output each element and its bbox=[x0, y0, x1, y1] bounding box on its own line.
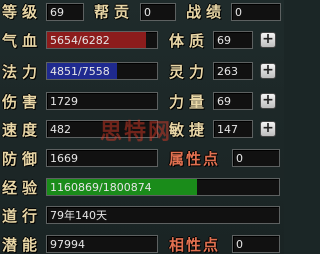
strength-label: 力量 bbox=[169, 93, 210, 111]
hp-bar: 5654/6282 bbox=[46, 31, 158, 49]
strength-value: 69 bbox=[213, 92, 253, 110]
affinity-points-value: 0 bbox=[232, 235, 280, 253]
potential-value: 97994 bbox=[46, 235, 158, 253]
damage-value: 1729 bbox=[46, 92, 158, 110]
hp-label: 气血 bbox=[2, 32, 43, 50]
level-label: 等级 bbox=[2, 3, 43, 21]
battle-merit-label: 战绩 bbox=[186, 3, 227, 21]
contribution-value: 0 bbox=[140, 3, 176, 21]
attr-points-label: 属性点 bbox=[169, 150, 221, 168]
speed-value: 482 bbox=[46, 120, 158, 138]
battle-merit-value: 0 bbox=[231, 3, 281, 21]
spirit-value: 263 bbox=[213, 62, 253, 80]
exp-value: 1160869/1800874 bbox=[50, 181, 152, 194]
character-stats-panel: 等级 69 帮贡 0 战绩 0 气血 5654/6282 体质 69 + 法力 … bbox=[0, 0, 284, 254]
exp-bar: 1160869/1800874 bbox=[46, 178, 280, 196]
damage-label: 伤害 bbox=[2, 93, 43, 111]
strength-plus-button[interactable]: + bbox=[260, 93, 276, 109]
speed-label: 速度 bbox=[2, 121, 43, 139]
constitution-value: 69 bbox=[213, 31, 253, 49]
mp-label: 法力 bbox=[2, 63, 43, 81]
affinity-points-label: 相性点 bbox=[169, 236, 221, 254]
attr-points-value: 0 bbox=[232, 149, 280, 167]
level-value: 69 bbox=[46, 3, 84, 21]
constitution-plus-button[interactable]: + bbox=[260, 32, 276, 48]
agility-label: 敏捷 bbox=[169, 121, 210, 139]
potential-label: 潜能 bbox=[2, 236, 43, 254]
hp-value: 5654/6282 bbox=[50, 34, 110, 47]
mp-value: 4851/7558 bbox=[50, 65, 110, 78]
spirit-plus-button[interactable]: + bbox=[260, 63, 276, 79]
constitution-label: 体质 bbox=[169, 32, 210, 50]
defense-value: 1669 bbox=[46, 149, 158, 167]
exp-label: 经验 bbox=[2, 179, 43, 197]
agility-value: 147 bbox=[213, 120, 253, 138]
cultivation-label: 道行 bbox=[2, 207, 43, 225]
agility-plus-button[interactable]: + bbox=[260, 121, 276, 137]
contribution-label: 帮贡 bbox=[94, 3, 135, 21]
spirit-label: 灵力 bbox=[169, 63, 210, 81]
mp-bar: 4851/7558 bbox=[46, 62, 158, 80]
defense-label: 防御 bbox=[2, 150, 43, 168]
cultivation-value: 79年140天 bbox=[46, 206, 280, 224]
